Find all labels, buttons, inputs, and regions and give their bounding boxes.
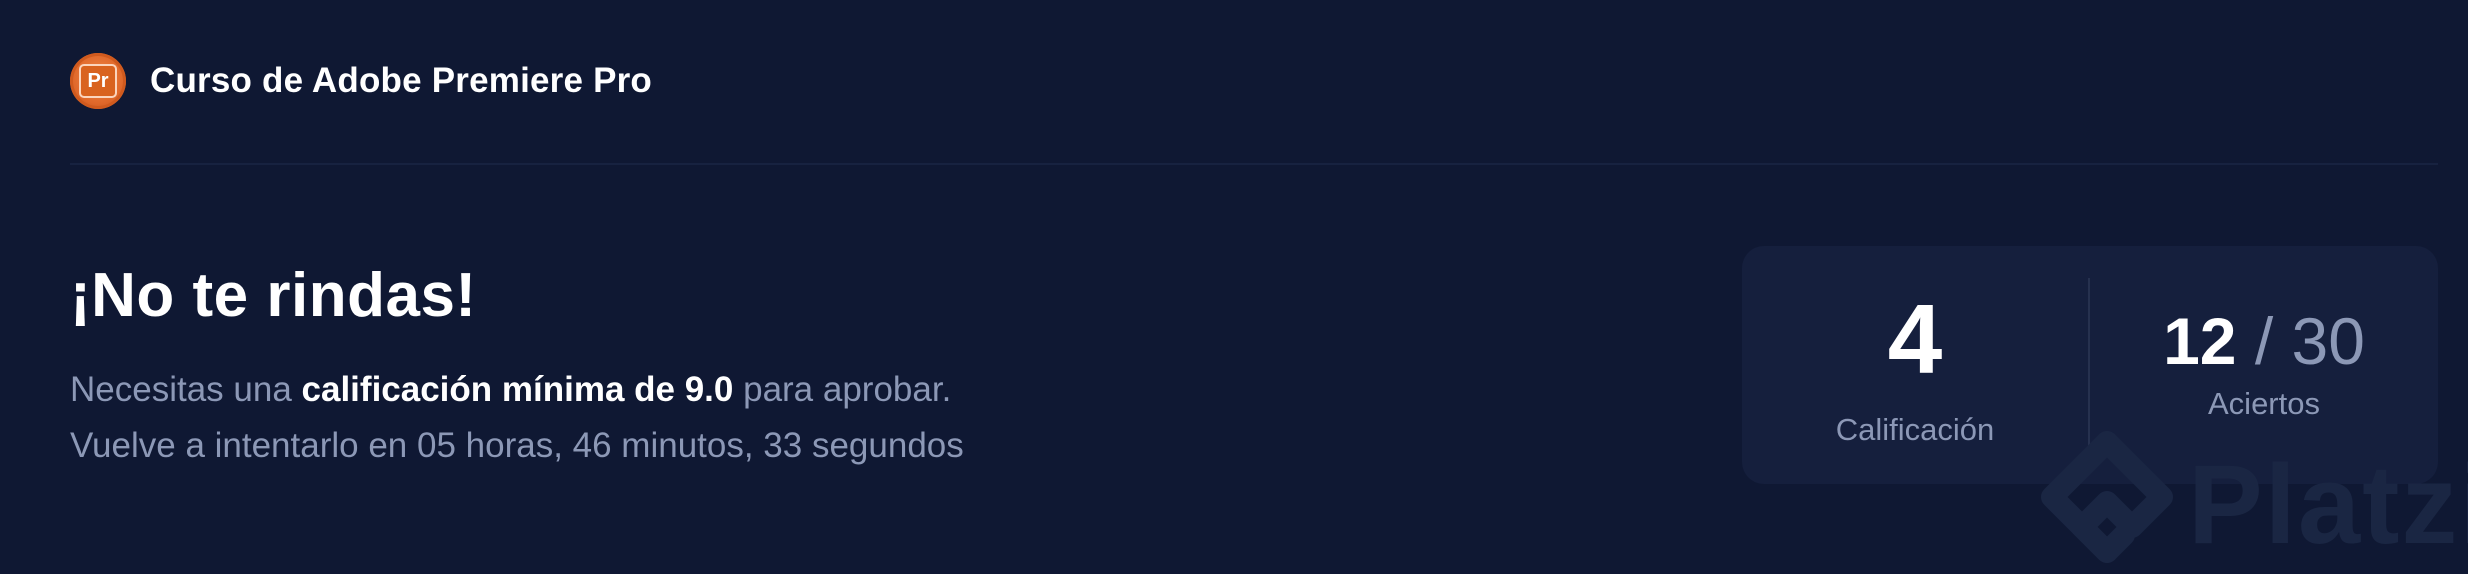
retry-countdown: Vuelve a intentarlo en 05 horas, 46 minu… bbox=[70, 426, 964, 465]
course-icon-text: Pr bbox=[79, 64, 117, 98]
grade-value: 4 bbox=[1887, 284, 1943, 394]
min-grade-value: calificación mínima de 9.0 bbox=[301, 370, 734, 409]
min-grade-message: Necesitas una calificación mínima de 9.0… bbox=[70, 370, 951, 410]
platzi-logo-icon bbox=[2041, 431, 2173, 563]
hits-value: 12 bbox=[2163, 304, 2237, 378]
min-grade-suffix: para aprobar. bbox=[733, 370, 952, 409]
platzi-watermark: Platzi bbox=[2032, 430, 2468, 574]
course-header: Pr Curso de Adobe Premiere Pro bbox=[70, 50, 652, 112]
hits-separator: / bbox=[2254, 304, 2274, 378]
platzi-watermark-text: Platzi bbox=[2188, 442, 2468, 567]
header-divider bbox=[70, 163, 2438, 165]
result-headline: ¡No te rindas! bbox=[70, 261, 477, 330]
min-grade-prefix: Necesitas una bbox=[70, 370, 302, 409]
course-title[interactable]: Curso de Adobe Premiere Pro bbox=[150, 61, 652, 101]
hits-total: 30 bbox=[2291, 304, 2365, 378]
adobe-premiere-pro-icon: Pr bbox=[70, 53, 126, 109]
results-page: Pr Curso de Adobe Premiere Pro ¡No te ri… bbox=[0, 0, 2468, 574]
hits-label: Aciertos bbox=[2208, 386, 2320, 421]
hits-count: 12 / 30 bbox=[2090, 308, 2438, 374]
